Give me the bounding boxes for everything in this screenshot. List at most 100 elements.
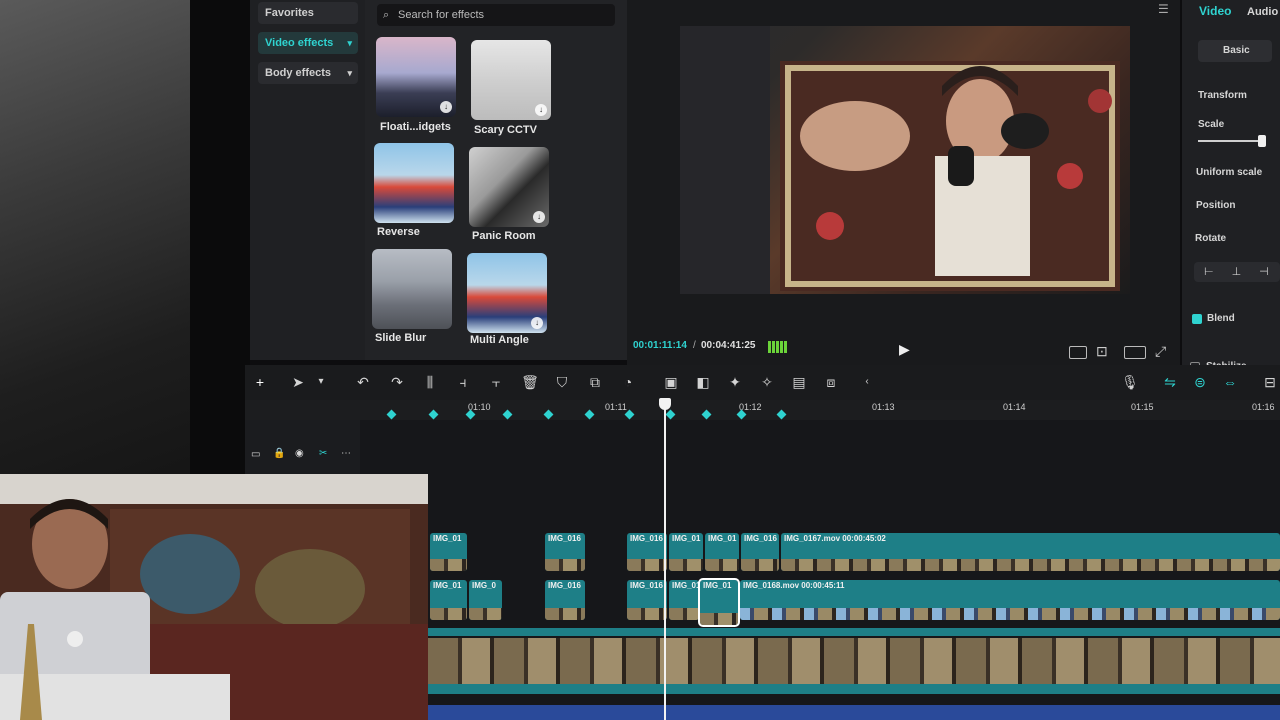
basic-button[interactable]: Basic: [1198, 40, 1272, 62]
rotate-label: Rotate: [1195, 233, 1227, 244]
snapshot-icon[interactable]: ⊡: [1096, 343, 1108, 360]
monitor-bezel: [190, 0, 250, 480]
timeline-clip[interactable]: IMG_01: [669, 580, 699, 620]
timeline-clip[interactable]: IMG_01: [430, 580, 467, 620]
delete-icon[interactable]: 🗑: [520, 371, 540, 393]
crop-icon[interactable]: ⧉: [585, 371, 605, 393]
speed-icon[interactable]: ◔: [618, 371, 638, 393]
effect-thumbnail-floating-widgets[interactable]: ↓: [376, 37, 456, 117]
timeline-clip[interactable]: IMG_0: [469, 580, 502, 620]
select-tool-icon[interactable]: ➤: [288, 371, 308, 393]
audio-track[interactable]: [428, 684, 1280, 694]
timeline-clip[interactable]: IMG_0168.mov 00:00:45:11: [740, 580, 1280, 620]
track-header: ▭ 🔒 ◉ ✂ ⋯: [245, 420, 360, 480]
effect-thumbnail-scary-cctv[interactable]: ↓: [471, 40, 551, 120]
effect-thumbnail-slide-blur[interactable]: [372, 249, 452, 329]
main-track-bar: [428, 628, 1280, 636]
effect-label: Reverse: [377, 226, 420, 238]
timeline-clip[interactable]: IMG_01: [669, 533, 703, 571]
timeline-ruler[interactable]: [245, 400, 1280, 422]
effect-label: Floati...idgets: [380, 121, 451, 133]
more-icon[interactable]: ⋯: [341, 448, 351, 459]
effect-thumbnail-reverse[interactable]: [374, 143, 454, 223]
redo-icon[interactable]: ↷: [387, 371, 407, 393]
nav-body-effects[interactable]: Body effects ▾: [258, 62, 358, 84]
download-icon: ↓: [440, 101, 452, 113]
preview-axis-icon[interactable]: ⇔: [1220, 371, 1240, 393]
tab-audio[interactable]: Audio: [1247, 6, 1278, 18]
link-icon[interactable]: ⇋: [1160, 371, 1180, 393]
main-track-clip[interactable]: [428, 638, 1280, 684]
ruler-tick-label: 01:15: [1131, 402, 1154, 412]
ruler-tick-label: 01:14: [1003, 402, 1026, 412]
music-track[interactable]: [428, 705, 1280, 720]
video-preview[interactable]: [680, 26, 1130, 294]
playhead-handle[interactable]: [659, 398, 671, 410]
current-time: 00:01:11:14: [633, 340, 687, 351]
blend-checkbox[interactable]: [1192, 314, 1202, 324]
ruler-tick-label: 01:16: [1252, 402, 1275, 412]
align-buttons[interactable]: ⊢⊥⊣: [1194, 262, 1280, 282]
nav-video-effects[interactable]: Video effects ▾: [258, 32, 358, 54]
timeline-clip[interactable]: IMG_016: [627, 580, 667, 620]
timeline-clip[interactable]: IMG_01: [705, 533, 739, 571]
collapse-icon[interactable]: ‹: [857, 371, 877, 393]
snap-icon[interactable]: ⊜: [1190, 371, 1210, 393]
transform-section[interactable]: Transform: [1198, 90, 1247, 101]
split-left-icon[interactable]: ⫞: [453, 371, 473, 393]
timeline-clip-selected[interactable]: IMG_01: [698, 578, 740, 627]
split-right-icon[interactable]: ⫟: [486, 371, 506, 393]
effect-label: Slide Blur: [375, 332, 427, 344]
scale-slider[interactable]: [1198, 140, 1262, 142]
timeline-clip[interactable]: IMG_016: [627, 533, 667, 571]
cut-icon[interactable]: ✂: [319, 448, 327, 459]
video-frame-art: [680, 26, 1120, 294]
effect-label: Multi Angle: [470, 334, 529, 346]
split-icon[interactable]: ⫼: [420, 371, 440, 393]
chevron-down-icon[interactable]: ▾: [311, 371, 331, 393]
eye-icon[interactable]: ◉: [295, 448, 304, 459]
microphone-icon[interactable]: 🎙: [1120, 371, 1140, 393]
tab-video[interactable]: Video: [1199, 4, 1231, 18]
export-frame-icon[interactable]: ⧈: [821, 371, 841, 393]
add-icon[interactable]: +: [250, 371, 270, 393]
shield-icon[interactable]: ⛉: [552, 371, 572, 393]
play-icon[interactable]: ▶: [899, 341, 910, 358]
effects-category-nav: Favorites Video effects ▾ Body effects ▾: [250, 0, 365, 360]
effect-thumbnail-multi-angle[interactable]: ↓: [467, 253, 547, 333]
magic-icon[interactable]: ✧: [757, 371, 777, 393]
timeline-clip[interactable]: IMG_0167.mov 00:00:45:02: [781, 533, 1280, 571]
search-input[interactable]: ⌕ Search for effects: [377, 4, 615, 26]
undo-icon[interactable]: ↶: [353, 371, 373, 393]
download-icon: ↓: [533, 211, 545, 223]
timeline-clip[interactable]: IMG_016: [545, 533, 585, 571]
blend-label: Blend: [1207, 313, 1235, 324]
lock-icon[interactable]: 🔒: [273, 448, 285, 459]
playhead[interactable]: [664, 402, 666, 720]
timeline-clip[interactable]: IMG_01: [430, 533, 467, 571]
download-icon: ↓: [531, 317, 543, 329]
chevron-down-icon: ▾: [347, 68, 352, 78]
scale-slider-handle[interactable]: [1258, 135, 1266, 147]
cover-icon[interactable]: ▭: [251, 449, 260, 460]
quality-icon[interactable]: [1124, 346, 1146, 359]
position-label: Position: [1196, 200, 1236, 211]
search-icon: ⌕: [383, 9, 390, 21]
menu-icon[interactable]: ☰: [1158, 2, 1169, 16]
freeze-icon[interactable]: ▣: [661, 371, 681, 393]
ruler-tick-label: 01:11: [605, 402, 627, 412]
caption-icon[interactable]: ▤: [789, 371, 809, 393]
timeline-clip[interactable]: IMG_016: [741, 533, 779, 571]
webcam-overlay: [0, 474, 428, 720]
auto-cut-icon[interactable]: ✦: [725, 371, 745, 393]
time-separator: /: [693, 340, 696, 351]
fullscreen-icon[interactable]: ⤢: [1155, 343, 1166, 360]
effect-label: Panic Room: [472, 230, 536, 242]
ratio-icon[interactable]: [1069, 346, 1087, 359]
mirror-icon[interactable]: ◧: [693, 371, 713, 393]
total-time: 00:04:41:25: [701, 340, 756, 351]
timeline-clip[interactable]: IMG_016: [545, 580, 585, 620]
nav-favorites[interactable]: Favorites: [258, 2, 358, 24]
effect-thumbnail-panic-room[interactable]: ↓: [469, 147, 549, 227]
zoom-icon[interactable]: ⊟: [1260, 371, 1280, 393]
